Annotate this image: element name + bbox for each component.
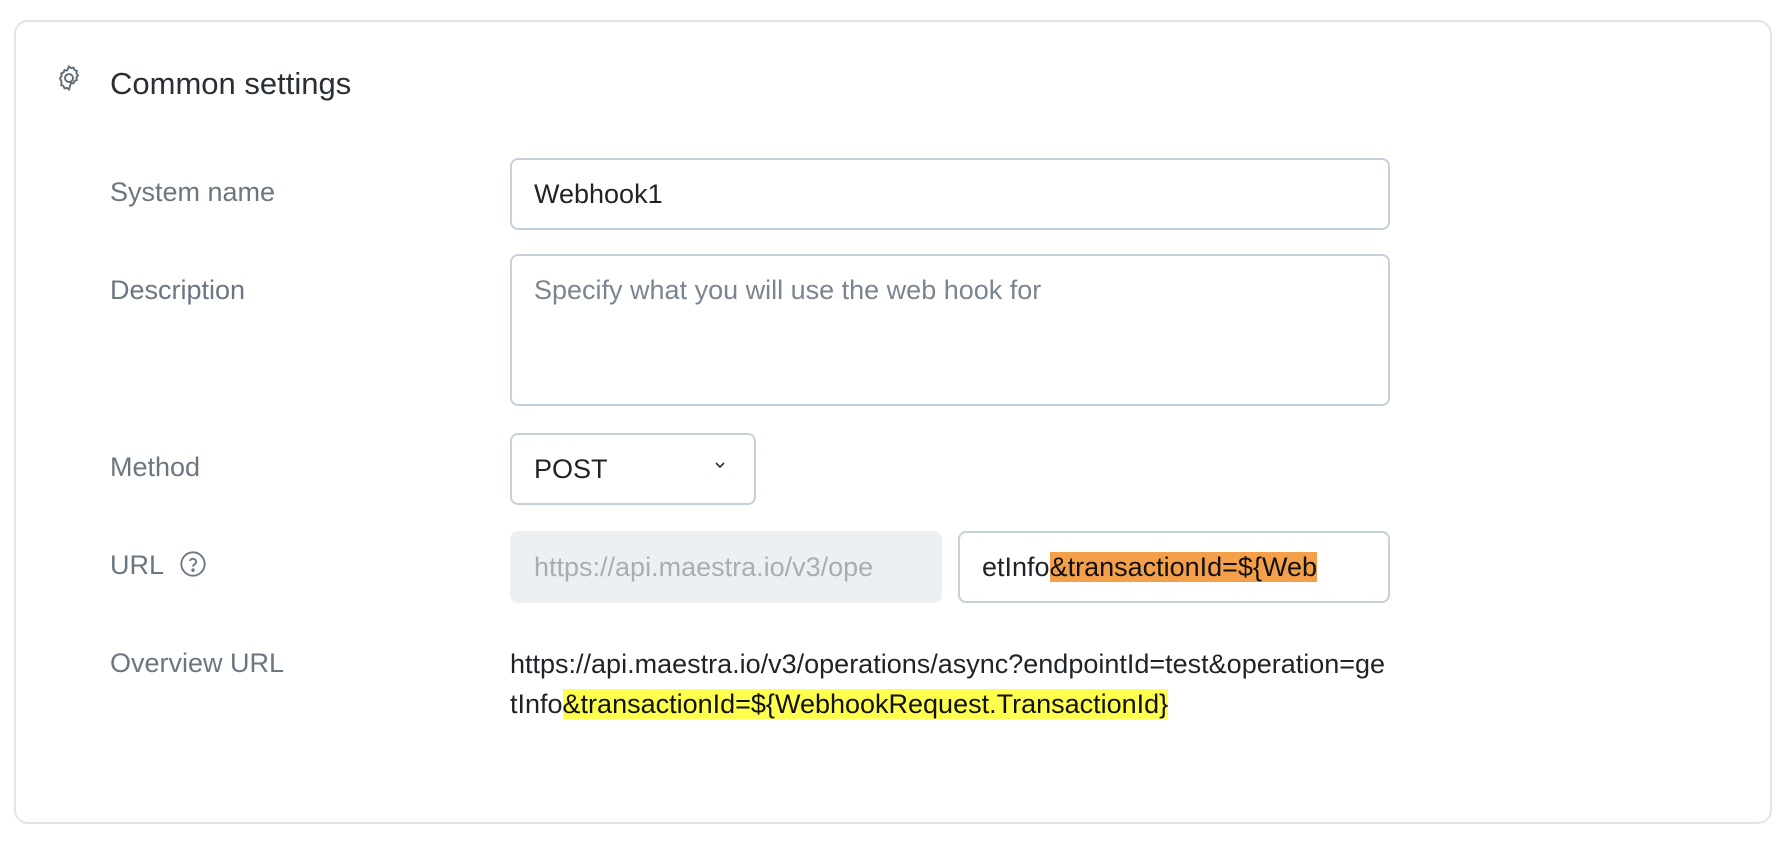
url-prefix-field: https://api.maestra.io/v3/ope xyxy=(510,531,942,603)
gear-icon xyxy=(54,63,84,93)
url-path-highlight: &transactionId=${Web xyxy=(1049,552,1317,582)
section-title: Common settings xyxy=(110,66,352,101)
description-textarea[interactable]: Specify what you will use the web hook f… xyxy=(510,254,1390,406)
overview-url-value: https://api.maestra.io/v3/operations/asy… xyxy=(510,644,1390,724)
overview-url-highlight: &transactionId=${WebhookRequest.Transact… xyxy=(562,689,1169,719)
question-circle-icon[interactable] xyxy=(179,550,207,578)
description-label: Description xyxy=(110,275,246,305)
overview-url-label: Overview URL xyxy=(110,648,285,678)
url-label: URL xyxy=(110,550,164,580)
url-label-row: URL xyxy=(110,548,207,582)
method-label: Method xyxy=(110,452,201,482)
method-select[interactable]: POST xyxy=(510,433,756,505)
chevron-down-icon xyxy=(715,462,725,469)
method-value: POST xyxy=(534,454,608,484)
url-path-input[interactable]: etInfo&transactionId=${Web xyxy=(958,531,1390,603)
system-name-input[interactable]: Webhook1 xyxy=(510,158,1390,230)
system-name-label: System name xyxy=(110,177,276,207)
url-path-text: etInfo xyxy=(982,552,1050,582)
